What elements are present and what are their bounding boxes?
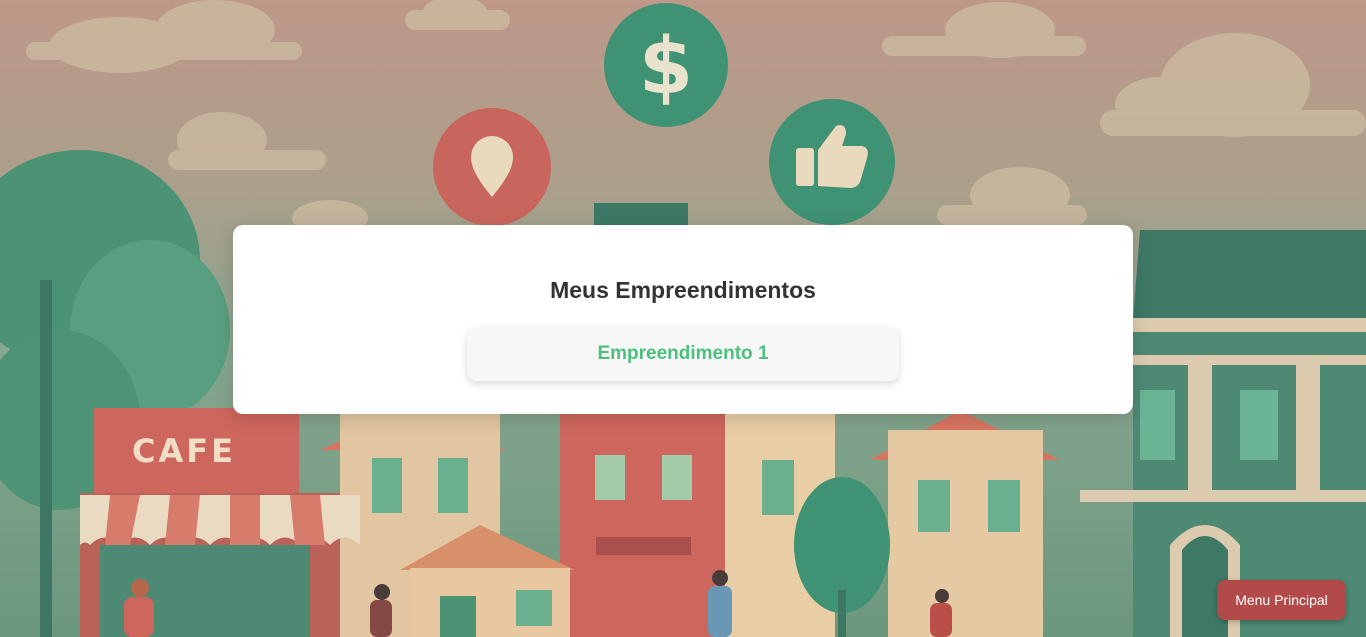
main-menu-button[interactable]: Menu Principal [1217,580,1346,620]
page-title: Meus Empreendimentos [550,277,816,303]
venture-item-button[interactable]: Empreendimento 1 [467,327,899,381]
ventures-card: Meus Empreendimentos Empreendimento 1 [233,225,1133,414]
venture-item-label: Empreendimento 1 [597,343,769,364]
